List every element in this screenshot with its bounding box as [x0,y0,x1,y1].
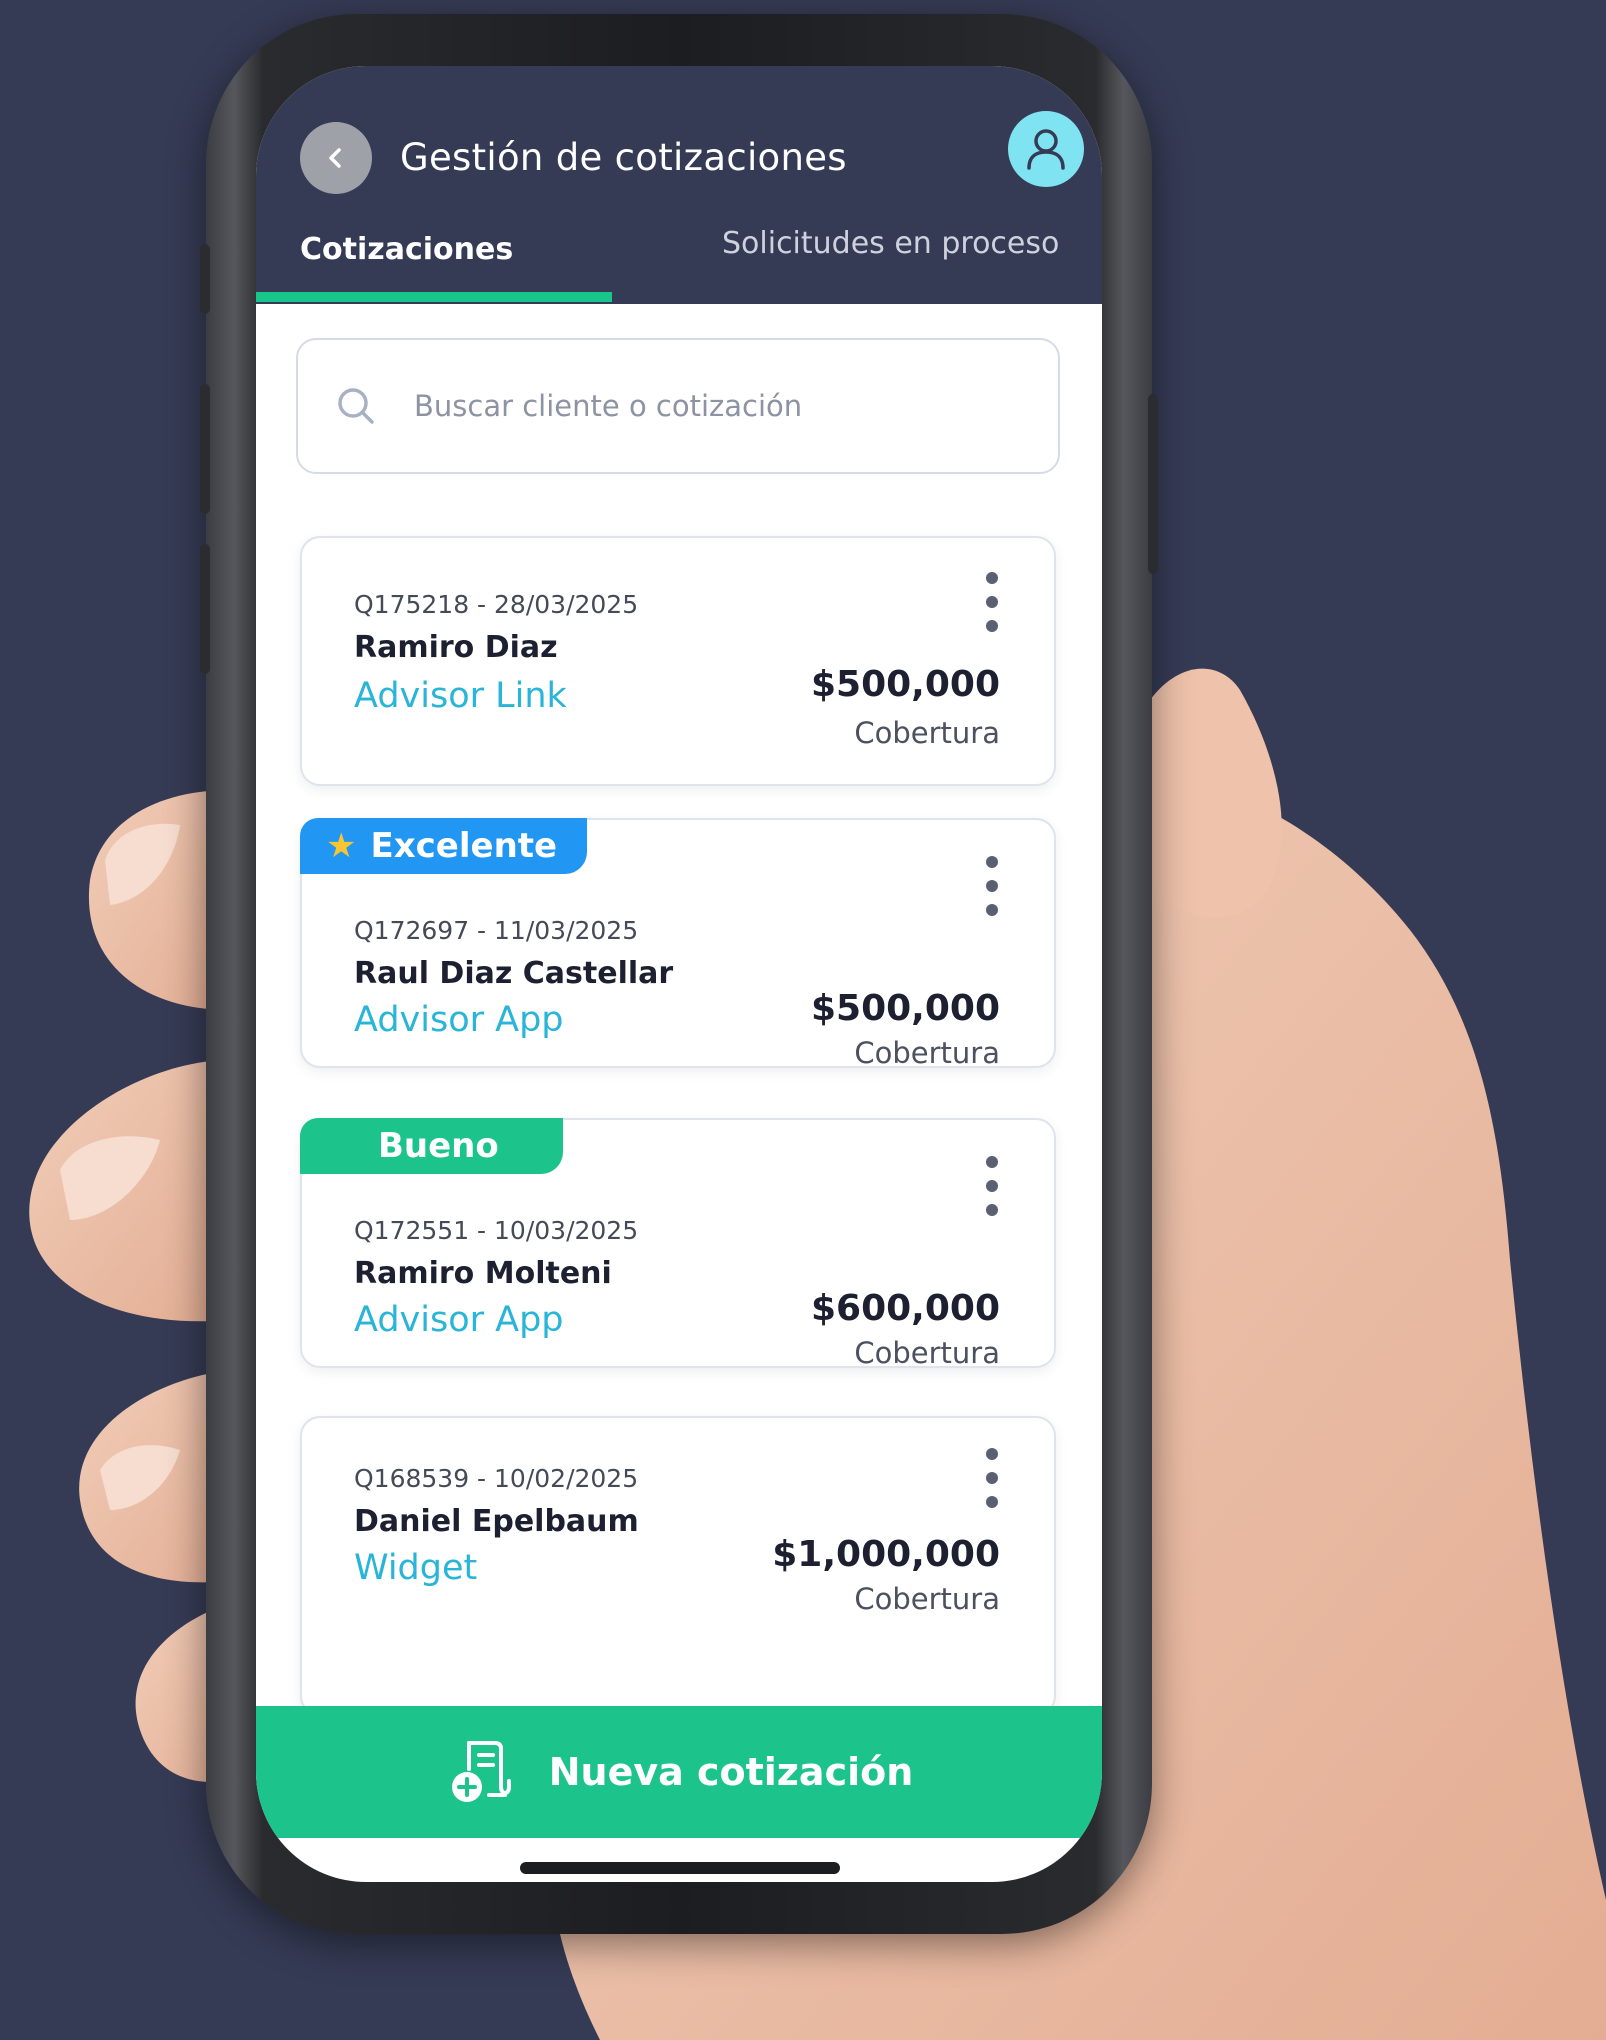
quote-id-date: Q172551 - 10/03/2025 [354,1216,639,1245]
search-input[interactable] [412,388,976,424]
coverage-label: Cobertura [854,1582,1000,1616]
quote-card[interactable]: Bueno Q172551 - 10/03/2025 Ramiro Molten… [300,1118,1056,1370]
profile-button[interactable] [1008,111,1084,187]
quote-card[interactable]: ★ Excelente Q172697 - 11/03/2025 Raul Di… [300,818,1056,1070]
document-plus-icon [451,1741,511,1802]
tab-solicitudes-en-proceso[interactable]: Solicitudes en proceso [722,226,1059,261]
search-box[interactable] [296,338,1060,474]
phone-side-button [200,544,210,674]
active-tab-indicator [256,292,612,302]
app-screen: Gestión de cotizaciones Cotizaciones Sol… [256,66,1102,1882]
app-header: Gestión de cotizaciones Cotizaciones Sol… [256,66,1102,304]
client-name: Daniel Epelbaum [354,1504,639,1539]
kebab-menu-icon [986,1156,998,1168]
client-name: Ramiro Diaz [354,630,558,665]
quote-source: Widget [354,1548,478,1588]
quote-id-date: Q168539 - 10/02/2025 [354,1464,639,1493]
search-icon [338,388,374,424]
quote-card[interactable]: Q175218 - 28/03/2025 Ramiro Diaz Advisor… [300,536,1056,786]
coverage-amount: $1,000,000 [772,1534,1000,1575]
quote-id-date: Q172697 - 11/03/2025 [354,916,639,945]
quote-source: Advisor App [354,1300,564,1340]
back-button[interactable] [300,122,372,194]
tab-cotizaciones[interactable]: Cotizaciones [300,232,513,267]
coverage-label: Cobertura [854,1036,1000,1070]
kebab-menu-icon [986,1496,998,1508]
more-options-button[interactable] [982,572,1002,632]
rating-badge-label: Excelente [370,826,558,866]
kebab-menu-icon [986,1180,998,1192]
rating-badge-bueno: Bueno [300,1118,563,1174]
kebab-menu-icon [986,572,998,584]
coverage-label: Cobertura [854,1336,1000,1370]
coverage-amount: $600,000 [810,1288,1000,1329]
kebab-menu-icon [986,1204,998,1216]
phone-side-button [200,244,210,314]
kebab-menu-icon [986,1472,998,1484]
kebab-menu-icon [986,596,998,608]
quote-source: Advisor App [354,1000,564,1040]
quote-card[interactable]: Q168539 - 10/02/2025 Daniel Epelbaum Wid… [300,1416,1056,1716]
star-icon: ★ [326,826,357,866]
rating-badge-label: Bueno [378,1126,499,1166]
coverage-amount: $500,000 [810,664,1000,705]
chevron-left-icon [329,148,341,168]
more-options-button[interactable] [982,1156,1002,1216]
new-quote-label: Nueva cotización [548,1750,914,1794]
rating-badge-excelente: ★ Excelente [300,818,588,874]
coverage-label: Cobertura [854,716,1000,750]
more-options-button[interactable] [982,1448,1002,1508]
new-quote-button[interactable]: Nueva cotización [256,1706,1102,1838]
phone-side-button [1148,394,1158,574]
kebab-menu-icon [986,856,998,868]
kebab-menu-icon [986,880,998,892]
kebab-menu-icon [986,1448,998,1460]
more-options-button[interactable] [982,856,1002,916]
phone-device: Gestión de cotizaciones Cotizaciones Sol… [200,14,1158,1934]
page-title: Gestión de cotizaciones [400,136,847,179]
phone-side-button [200,384,210,514]
user-icon [1027,129,1065,170]
kebab-menu-icon [986,620,998,632]
coverage-amount: $500,000 [810,988,1000,1029]
quote-source: Advisor Link [354,676,567,716]
home-indicator[interactable] [520,1862,840,1874]
kebab-menu-icon [986,904,998,916]
client-name: Ramiro Molteni [354,1256,612,1291]
quote-id-date: Q175218 - 28/03/2025 [354,590,639,619]
client-name: Raul Diaz Castellar [354,956,674,991]
